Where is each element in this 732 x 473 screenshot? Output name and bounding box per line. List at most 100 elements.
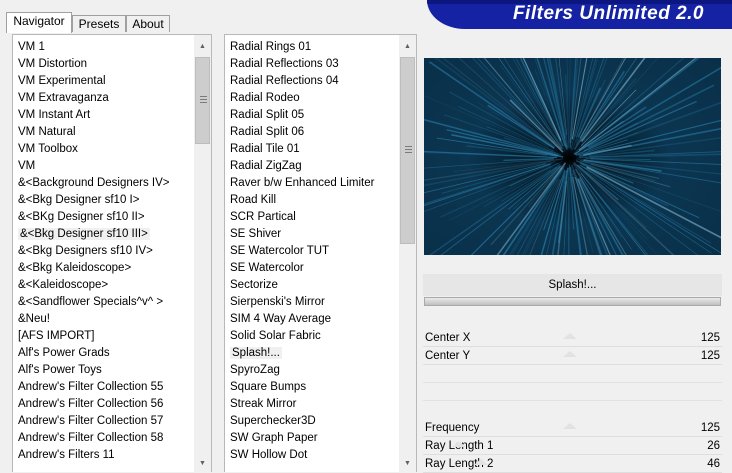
category-item[interactable]: VM Extravaganza [13,90,193,107]
filter-item[interactable]: Sectorize [225,277,398,294]
category-item[interactable]: [AFS IMPORT] [13,328,193,345]
filter-item[interactable]: Radial Reflections 03 [225,56,398,73]
filter-item[interactable]: Streak Mirror [225,396,398,413]
slider-center-y[interactable]: Center Y 125 [423,347,722,365]
category-item[interactable]: &<Bkg Designer sf10 III> [13,226,193,243]
filter-item[interactable]: SCR Partical [225,209,398,226]
slider-handle[interactable] [563,333,577,339]
filter-item[interactable]: SE Shiver [225,226,398,243]
category-item[interactable]: &<BKg Designer sf10 II> [13,209,193,226]
filter-item[interactable]: Square Bumps [225,379,398,396]
filter-item[interactable]: Radial ZigZag [225,158,398,175]
category-item-label: VM 1 [18,41,45,53]
filter-item[interactable]: Radial Tile 01 [225,141,398,158]
filter-item-label: Superchecker3D [230,415,316,427]
slider-handle[interactable] [452,441,466,447]
category-item[interactable]: VM Experimental [13,73,193,90]
param-label: Center X [425,329,470,347]
scroll-down-icon[interactable]: ▼ [399,455,416,472]
filter-item[interactable]: Radial Split 05 [225,107,398,124]
tab-about[interactable]: About [126,15,170,32]
slider-handle[interactable] [563,351,577,357]
filter-item[interactable]: Radial Reflections 04 [225,73,398,90]
category-item-label: Andrew's Filter Collection 55 [18,381,163,393]
slider-ray-length-1[interactable]: Ray Length 1 26 [423,437,722,455]
category-item-label: VM Experimental [18,75,106,87]
filter-item-label: SCR Partical [230,211,296,223]
filter-item[interactable]: Splash!... [225,345,398,362]
filter-item[interactable]: Road Kill [225,192,398,209]
filter-item[interactable]: SE Watercolor TUT [225,243,398,260]
category-item[interactable]: VM [13,158,193,175]
filter-item[interactable]: Superchecker3D [225,413,398,430]
category-item[interactable]: &<Kaleidoscope> [13,277,193,294]
filter-item[interactable]: SIM 4 Way Average [225,311,398,328]
category-item-label: VM Distortion [18,58,87,70]
filter-item-label: Road Kill [230,194,276,206]
title-banner: Filters Unlimited 2.0 [427,0,732,29]
filter-scrollbar[interactable]: ▲ ▼ [399,35,416,472]
slider-handle[interactable] [563,423,577,429]
scroll-down-icon[interactable]: ▼ [194,455,211,472]
scroll-up-icon[interactable]: ▲ [194,38,211,55]
slider-ray-length-2[interactable]: Ray Length 2 46 [423,455,722,473]
filter-item[interactable]: Sierpenski's Mirror [225,294,398,311]
category-scrollbar[interactable]: ▲ ▼ [194,35,211,472]
category-item[interactable]: VM 1 [13,39,193,56]
category-item-label: &<Bkg Designers sf10 IV> [18,245,153,257]
scroll-up-icon[interactable]: ▲ [399,38,416,55]
category-item[interactable]: Andrew's Filter Collection 55 [13,379,193,396]
category-item[interactable]: VM Instant Art [13,107,193,124]
category-list-panel: VM 1 VM Distortion VM Experimental VM Extra… [12,34,212,472]
param-value: 125 [701,419,720,437]
grip-icon [200,102,207,103]
category-item[interactable]: Andrew's Filter Collection 57 [13,413,193,430]
param-label: Frequency [425,419,479,437]
category-item[interactable]: &<Bkg Kaleidoscope> [13,260,193,277]
tab-navigator[interactable]: Navigator [6,12,72,33]
category-item[interactable]: Andrew's Filter Collection 58 [13,430,193,447]
param-value: 26 [707,437,720,455]
category-item-label: VM Natural [18,126,76,138]
filter-item-label: Radial Split 05 [230,109,304,121]
tab-presets[interactable]: Presets [72,15,126,32]
filter-item-label: Radial Reflections 03 [230,58,339,70]
category-item-label: &<Bkg Designer sf10 III> [18,228,150,240]
category-item-label: &<Sandflower Specials^v^ > [18,296,163,308]
filter-item[interactable]: Radial Rings 01 [225,39,398,56]
category-item[interactable]: Andrew's Filter Collection 56 [13,396,193,413]
filter-item[interactable]: Solid Solar Fabric [225,328,398,345]
filter-item-label: SE Watercolor TUT [230,245,329,257]
filter-item[interactable]: Radial Split 06 [225,124,398,141]
slider-frequency[interactable]: Frequency 125 [423,419,722,437]
filter-item[interactable]: SpyroZag [225,362,398,379]
category-item[interactable]: &<Bkg Designer sf10 I> [13,192,193,209]
category-item[interactable]: &Neu! [13,311,193,328]
filter-item[interactable]: Raver b/w Enhanced Limiter [225,175,398,192]
category-item[interactable]: Andrew's Filters 11 [13,447,193,464]
category-item-label: &<Bkg Kaleidoscope> [18,262,131,274]
filter-item-label: Square Bumps [230,381,306,393]
filter-item[interactable]: SW Graph Paper [225,430,398,447]
category-item[interactable]: &<Background Designers IV> [13,175,193,192]
category-item[interactable]: VM Toolbox [13,141,193,158]
slider-handle[interactable] [474,459,488,465]
filter-item-label: Radial Split 06 [230,126,304,138]
filter-item[interactable]: SE Watercolor [225,260,398,277]
category-item[interactable]: Alf's Power Grads [13,345,193,362]
filter-item[interactable]: Radial Rodeo [225,90,398,107]
filter-item-label: Radial Reflections 04 [230,75,339,87]
category-scroll-thumb[interactable] [195,57,210,144]
param-value: 46 [707,455,720,473]
category-item[interactable]: VM Natural [13,124,193,141]
category-item[interactable]: VM Distortion [13,56,193,73]
slider-center-x[interactable]: Center X 125 [423,329,722,347]
category-item[interactable]: &<Sandflower Specials^v^ > [13,294,193,311]
app-title: Filters Unlimited 2.0 [513,3,704,25]
category-item-label: VM Instant Art [18,109,90,121]
filter-scroll-thumb[interactable] [400,57,415,244]
category-item[interactable]: &<Bkg Designers sf10 IV> [13,243,193,260]
filter-item[interactable]: SW Hollow Dot [225,447,398,464]
empty-slider-slot [423,400,722,401]
category-item[interactable]: Alf's Power Toys [13,362,193,379]
